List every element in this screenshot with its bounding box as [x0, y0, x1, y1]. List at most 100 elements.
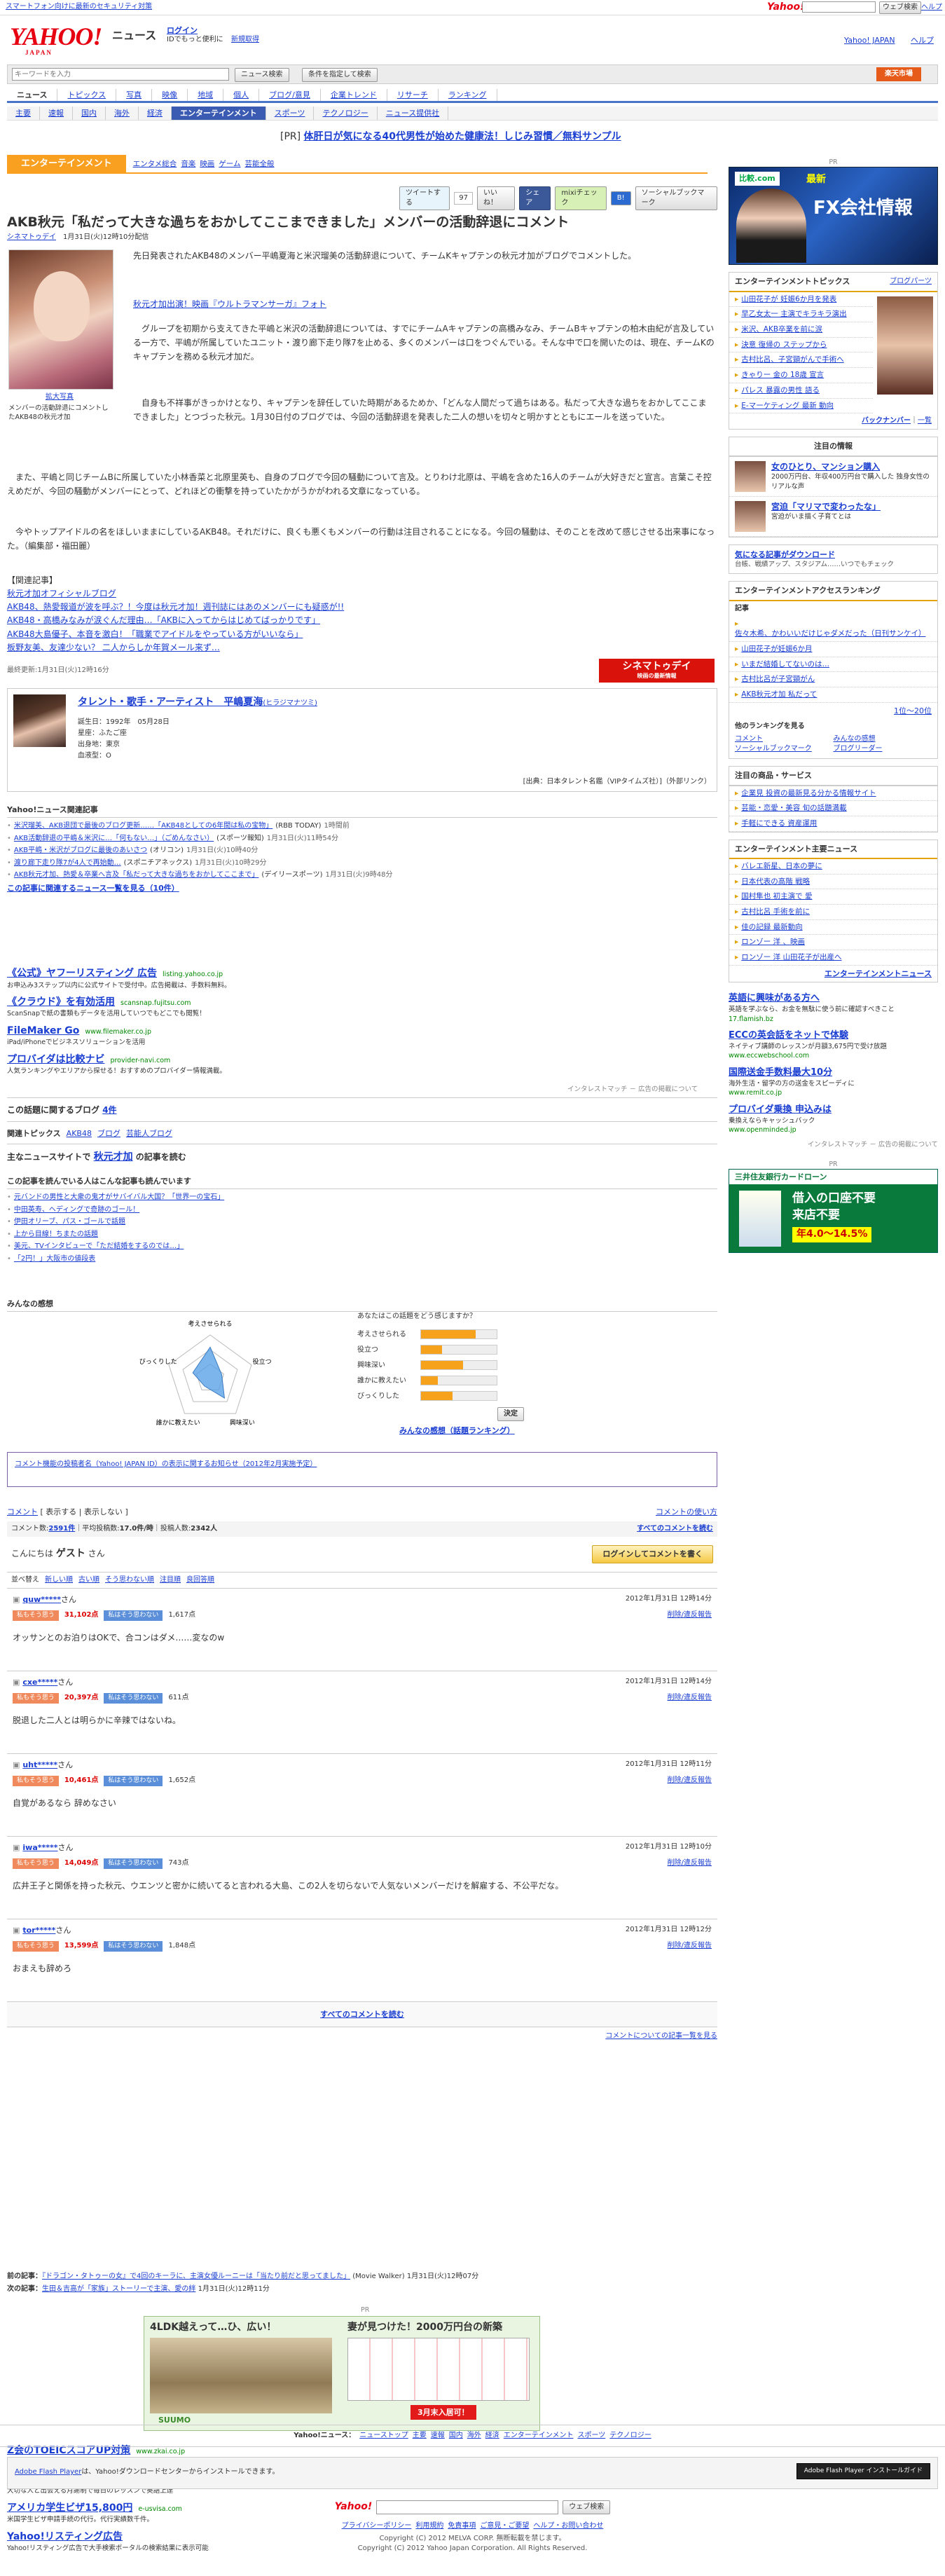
gnav-item[interactable]: リサーチ [387, 89, 439, 101]
advanced-search-button[interactable]: 条件を指定して検索 [302, 68, 378, 82]
pr-link[interactable]: 体肝日が気になる40代男性が始めた健康法！しじみ習慣／無料サンプル [304, 131, 621, 142]
footer-link[interactable]: スポーツ [577, 2431, 605, 2441]
footer-link[interactable]: エンターテインメント [504, 2431, 574, 2441]
side-topic-link[interactable]: E-マーケティング 最新 動向 [741, 402, 834, 410]
snav-item[interactable]: 主要 [7, 107, 40, 120]
comments-show[interactable]: [ 表示する | 表示しない ] [41, 1507, 128, 1516]
also-read-link[interactable]: 上から目線！ちまたの話題 [14, 1231, 98, 1238]
topics-list-link[interactable]: 一覧 [918, 417, 932, 425]
header-help-link[interactable]: ヘルプ [911, 35, 934, 46]
side-topic-link[interactable]: 早乙女太一 主演でキラキラ演出 [741, 310, 846, 318]
topic-link[interactable]: 芸能人ブログ [126, 1128, 172, 1139]
report-link[interactable]: 削除/違反報告 [668, 1776, 712, 1786]
snav-item[interactable]: 経済 [139, 107, 172, 120]
bank-banner[interactable]: 三井住友銀行カードローン 借入の口座不要 来店不要 年4.0〜14.5% [729, 1168, 938, 1253]
category-sublink[interactable]: 音楽 [181, 159, 195, 170]
flash-link[interactable]: Adobe Flash Player [15, 2468, 81, 2476]
bottom-link[interactable]: 利用規約 [415, 2521, 443, 2531]
side-topic-link[interactable]: 古村比呂、子宮頸がんで手術へ [741, 355, 843, 364]
major-news-link[interactable]: ロンゾー 洋 、映画 [741, 938, 805, 946]
yahoo-related-link[interactable]: 米沢瑠美、AKB退団で最後のブログ更新……「AKB48としての6年間は私の宝物」 [14, 822, 273, 830]
yahoo-related-link[interactable]: AKB秋元才加、熱愛＆卒業へ言及「私だって大きな過ちをおかしてここまで」 [14, 871, 258, 879]
mixi-check-button[interactable]: mixiチェック [555, 186, 607, 210]
comment-rules-link[interactable]: コメントについての記事一覧を見る [605, 2032, 717, 2040]
shop-link[interactable]: 企業見 投資の最新見る分かる情報サイト [741, 789, 876, 797]
bottom-link[interactable]: ヘルプ・お問い合わせ [533, 2521, 603, 2531]
notice-link[interactable]: コメント機能の投稿者名（Yahoo! JAPAN ID）の表示に関するお知らせ（… [15, 1460, 317, 1468]
major-news-link[interactable]: バレエ新星、日本の夢に [741, 862, 822, 870]
footer-link[interactable]: 経済 [485, 2431, 499, 2441]
side-ad-title[interactable]: プロバイダ乗換 申込みは [729, 1104, 938, 1116]
suumo-banner[interactable]: 4LDK越えって…ひ、広い！ SUUMO 妻が見つけた！2000万円台の新築 3… [144, 2316, 540, 2431]
also-read-link[interactable]: 伊田オリーブ、パス・ゴールで話題 [14, 1218, 125, 1226]
comments-howto-link[interactable]: コメントの使い方 [656, 1507, 717, 1517]
hot-thumb[interactable] [735, 500, 766, 532]
photo-enlarge-link[interactable]: 拡大写真 [46, 392, 74, 402]
topic-link[interactable]: ブログ [97, 1128, 120, 1139]
sort-option[interactable]: そう思わない順 [105, 1575, 154, 1585]
agree-button[interactable]: 私もそう思う [13, 1776, 59, 1786]
feeling-bar[interactable] [420, 1360, 497, 1370]
gnav-item[interactable]: トピックス [57, 89, 117, 101]
side-ad-title[interactable]: ECCの英会話をネットで体験 [729, 1029, 938, 1042]
ad-title[interactable]: プロバイダは比較ナビ [7, 1054, 104, 1065]
talent-credit[interactable]: [出典：日本タレント名鑑（VIPタイムズ社）]（外部リンク） [523, 777, 711, 787]
gnav-item[interactable]: ランキング [439, 89, 497, 101]
shop-link[interactable]: 芸能・恋愛・美容 旬の話題満載 [741, 804, 846, 812]
yahoo-related-link[interactable]: 渡り廊下走り隊7が4人で再始動… [14, 859, 121, 867]
ranking-link[interactable]: 古村比呂が子宮頸がん [741, 675, 815, 683]
feeling-bar[interactable] [420, 1391, 497, 1401]
side-topic-link[interactable]: 米沢、AKB卒業を前に涙 [741, 325, 822, 334]
comment-user[interactable]: uht***** [22, 1760, 57, 1769]
footer-link[interactable]: 速報 [431, 2431, 445, 2441]
category-sublink[interactable]: 芸能全般 [245, 159, 275, 170]
gnav-item[interactable]: ブログ/意見 [259, 89, 321, 101]
prev-article-link[interactable]: 『ドラゴン・タトゥーの女』で4回のキーラに、主演女優ルーニーは「当たり前だと思っ… [42, 2273, 350, 2280]
also-read-link[interactable]: 中田英寿、ヘディングで奇跡のゴール！ [14, 1206, 139, 1214]
agree-button[interactable]: 私もそう思う [13, 1941, 59, 1952]
feeling-bar[interactable] [420, 1329, 497, 1339]
side-ad-title[interactable]: 英語に興味がある方へ [729, 992, 938, 1005]
major-news-link[interactable]: 古村比呂 手術を前に [741, 907, 810, 916]
main-news-keyword[interactable]: 秋元才加 [94, 1151, 133, 1163]
disagree-button[interactable]: 私はそう思わない [104, 1610, 163, 1621]
major-news-link[interactable]: 日本代表の高階 戦略 [741, 877, 810, 886]
hot-title[interactable]: 女のひとり、マンション購入 [771, 461, 932, 473]
snav-item[interactable]: 海外 [106, 107, 139, 120]
all-comments-link[interactable]: すべてのコメントを読む [320, 2010, 404, 2019]
ranking-link[interactable]: いまだ結婚してないのは… [741, 660, 829, 669]
disagree-button[interactable]: 私はそう思わない [104, 1693, 163, 1704]
report-link[interactable]: 削除/違反報告 [668, 1858, 712, 1868]
footer-link[interactable]: テクノロジー [609, 2431, 651, 2441]
snav-item[interactable]: 速報 [40, 107, 73, 120]
comment-user[interactable]: quw***** [22, 1595, 61, 1604]
gnav-item[interactable]: 地域 [188, 89, 224, 101]
article-source-link[interactable]: シネマトゥデイ [7, 233, 56, 241]
related-more-link[interactable]: この記事に関連するニュース一覧を見る（10件） [7, 883, 717, 893]
ranking-link[interactable]: 山田花子が妊娠6か月 [741, 645, 812, 653]
yahoo-related-link[interactable]: AKB活動辞退の平嶋＆米沢に…「何もない…」（ごめんなさい） [14, 835, 214, 842]
ranking-more-link[interactable]: 1位〜20位 [894, 706, 932, 715]
ad-title[interactable]: FileMaker Go [7, 1025, 79, 1036]
major-news-link[interactable]: ロンゾー 洋 山田花子が出産へ [741, 953, 841, 961]
category-sublink[interactable]: 映画 [200, 159, 214, 170]
topic-link[interactable]: AKB48 [67, 1128, 92, 1139]
talent-name[interactable]: タレント・歌手・アーティスト 平嶋夏海(ヒラジマナツミ) [78, 696, 317, 710]
search-input[interactable] [12, 68, 229, 81]
related-link[interactable]: 秋元才加オフィシャルブログ [7, 589, 116, 598]
flash-install-button[interactable]: Adobe Flash Player インストールガイド [796, 2463, 930, 2479]
backnumber-link[interactable]: バックナンバー [862, 417, 911, 425]
also-read-link[interactable]: 「2円！」大阪市の値段表 [14, 1255, 95, 1263]
hot-title[interactable]: 宮迫「マリマで変わったな」 [771, 501, 881, 513]
other-ranking-link[interactable]: コメント [735, 734, 834, 744]
related-link[interactable]: AKB48、熱愛報道が波を呼ぶ？！今度は秋元才加！週刊誌にはあのメンバーにも疑惑… [7, 602, 344, 612]
other-ranking-link[interactable]: ブログリーダー [834, 744, 932, 754]
side-topic-link[interactable]: きゃりー 金の 18歳 宣言 [741, 371, 824, 379]
rakuten-banner[interactable]: 楽天市場 [876, 67, 921, 81]
fx-banner[interactable]: 比較.com 最新 FX会社情報 [729, 167, 938, 266]
footer-search-button[interactable]: ウェブ検索 [563, 2500, 611, 2514]
ad-title[interactable]: 《クラウド》を有効活用 [7, 996, 115, 1008]
yahoo-logo[interactable]: YAHOO! JAPAN [10, 24, 102, 56]
category-sublink[interactable]: ゲーム [219, 159, 240, 170]
tweet-button[interactable]: ツイートする [399, 186, 450, 210]
